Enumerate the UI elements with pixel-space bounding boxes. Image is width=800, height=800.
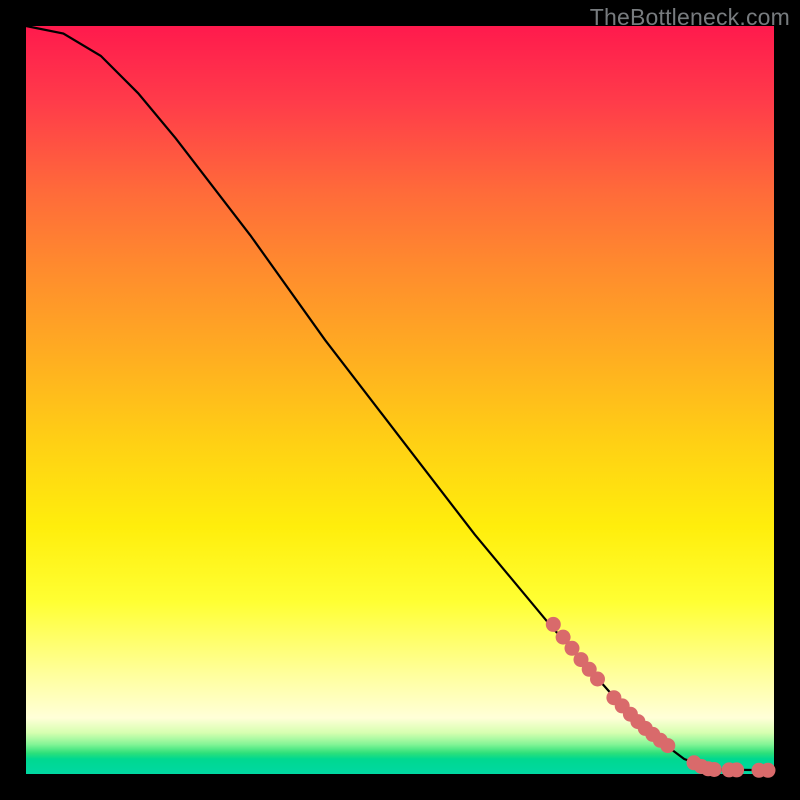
plot-area	[26, 26, 774, 774]
chart-frame: TheBottleneck.com	[0, 0, 800, 800]
chart-svg	[26, 26, 774, 774]
data-marker	[546, 617, 561, 632]
data-marker	[729, 762, 744, 777]
data-marker	[660, 738, 675, 753]
data-marker	[761, 763, 776, 778]
data-marker	[707, 762, 722, 777]
watermark-text: TheBottleneck.com	[590, 4, 790, 31]
data-marker	[590, 672, 605, 687]
bottleneck-curve	[26, 26, 774, 770]
marker-group	[546, 617, 776, 778]
